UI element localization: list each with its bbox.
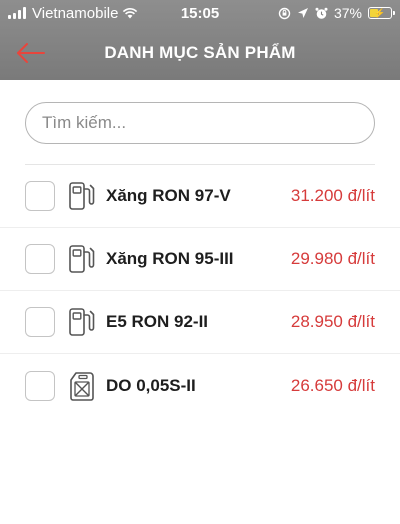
navigation-bar: DANH MỤC SẢN PHẨM [0, 26, 400, 80]
back-arrow-icon [17, 43, 45, 63]
list-item[interactable]: E5 RON 92-II 28.950 đ/lít [0, 291, 400, 354]
list-item[interactable]: DO 0,05S-II 26.650 đ/lít [0, 354, 400, 417]
product-list: Xăng RON 97-V 31.200 đ/lít Xăng RON 95-I… [0, 165, 400, 417]
battery-percent: 37% [333, 5, 362, 21]
status-bar: Vietnamobile 15:05 37% ⚡ [0, 0, 400, 26]
app-header: Vietnamobile 15:05 37% ⚡ DANH MỤC SẢN PH… [0, 0, 400, 80]
search-section [0, 80, 400, 144]
search-input[interactable] [25, 102, 375, 144]
product-price: 26.650 đ/lít [290, 375, 375, 395]
product-checkbox[interactable] [25, 307, 55, 337]
product-name: Xăng RON 97-V [106, 186, 231, 205]
alarm-clock-icon [315, 7, 328, 19]
product-name: E5 RON 92-II [106, 312, 209, 331]
list-item[interactable]: Xăng RON 97-V 31.200 đ/lít [0, 165, 400, 228]
product-checkbox[interactable] [25, 370, 55, 401]
fuel-pump-icon [69, 308, 95, 336]
back-button[interactable] [14, 38, 48, 68]
product-price: 28.950 đ/lít [290, 312, 375, 331]
status-left: Vietnamobile [8, 5, 138, 22]
product-checkbox[interactable] [25, 244, 55, 274]
rotation-lock-icon [278, 7, 291, 19]
signal-strength-icon [8, 7, 26, 19]
product-checkbox[interactable] [25, 181, 55, 211]
jerry-can-icon [70, 371, 94, 401]
wifi-icon [123, 8, 138, 19]
status-right: 37% ⚡ [278, 5, 395, 21]
fuel-pump-icon [69, 245, 95, 273]
carrier-name: Vietnamobile [32, 4, 119, 22]
product-name: Xăng RON 95-III [106, 249, 234, 268]
charging-bolt-icon: ⚡ [374, 7, 386, 18]
list-item[interactable]: Xăng RON 95-III 29.980 đ/lít [0, 228, 400, 291]
product-price: 31.200 đ/lít [290, 186, 375, 205]
product-name: DO 0,05S-II [106, 375, 196, 395]
page-title: DANH MỤC SẢN PHẨM [104, 43, 296, 62]
fuel-pump-icon [69, 182, 95, 210]
location-arrow-icon [297, 8, 308, 18]
battery-charging-icon: ⚡ [368, 7, 395, 19]
product-price: 29.980 đ/lít [290, 249, 375, 268]
